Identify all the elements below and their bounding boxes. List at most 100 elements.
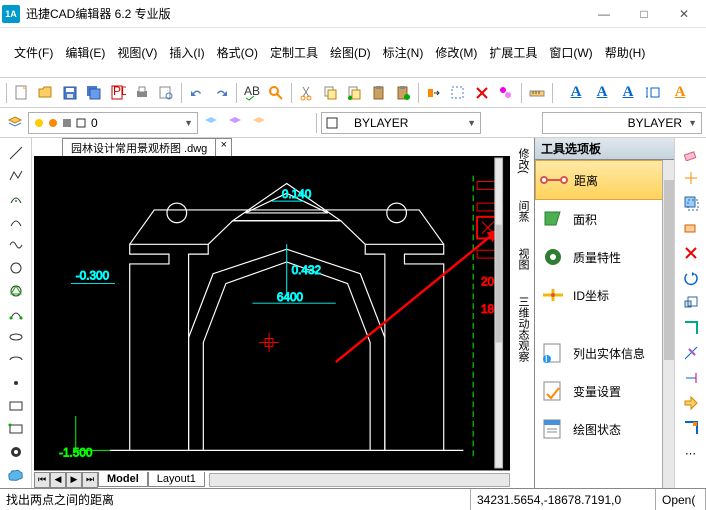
dimension-style-button[interactable] (643, 82, 665, 104)
match-properties-button[interactable] (423, 82, 445, 104)
copy-with-base-button[interactable] (344, 82, 366, 104)
arc-3pt-tool[interactable] (4, 303, 28, 325)
text-style-a3-button[interactable]: A (617, 82, 639, 104)
menu-dimension[interactable]: 标注(N) (377, 41, 430, 64)
scale-tool[interactable] (679, 292, 703, 314)
delete-tool[interactable] (679, 242, 703, 264)
pdf-export-button[interactable]: PDF (107, 82, 129, 104)
layout-tab-model[interactable]: Model (98, 472, 148, 487)
menu-insert[interactable]: 插入(I) (163, 41, 210, 64)
menu-edit[interactable]: 编辑(E) (59, 41, 111, 64)
delete-button[interactable] (471, 82, 493, 104)
rectangle-tool[interactable] (4, 395, 28, 417)
ellipse-arc-tool[interactable] (4, 349, 28, 371)
point-tool[interactable] (4, 372, 28, 394)
spline-tool[interactable] (4, 234, 28, 256)
menu-file[interactable]: 文件(F) (8, 41, 59, 64)
fillet-tool[interactable] (679, 417, 703, 439)
save-button[interactable] (59, 82, 81, 104)
extend-tool[interactable] (679, 367, 703, 389)
cut-button[interactable] (296, 82, 318, 104)
menu-format[interactable]: 格式(O) (211, 41, 264, 64)
rotate-tool[interactable] (679, 267, 703, 289)
print-button[interactable] (131, 82, 153, 104)
layer-previous-button[interactable] (248, 112, 270, 134)
donut-tool[interactable] (4, 441, 28, 463)
layout-tab-layout1[interactable]: Layout1 (148, 472, 205, 487)
clone-button[interactable] (495, 82, 517, 104)
text-style-a2-button[interactable]: A (591, 82, 613, 104)
minimize-button[interactable]: ― (584, 0, 624, 28)
copy-button[interactable] (320, 82, 342, 104)
docked-panel-view[interactable]: 视图 (513, 242, 533, 276)
layer-states-button[interactable] (200, 112, 222, 134)
erase-tool[interactable] (679, 142, 703, 164)
palette-item-area[interactable]: 面积 (535, 200, 674, 238)
maximize-button[interactable]: □ (624, 0, 664, 28)
svg-text:-0.300: -0.300 (76, 270, 110, 283)
docked-panel-modify[interactable]: 修改( (513, 142, 533, 180)
palette-item-list[interactable]: i 列出实体信息 (535, 334, 674, 372)
mirror-tool[interactable] (679, 192, 703, 214)
linetype-combo[interactable]: BYLAYER ▼ (542, 112, 702, 134)
ellipse-tool[interactable] (4, 326, 28, 348)
menu-view[interactable]: 视图(V) (111, 41, 163, 64)
select-all-button[interactable] (447, 82, 469, 104)
paste-button[interactable] (368, 82, 390, 104)
document-tab-close[interactable]: × (216, 138, 232, 156)
arc-center-tool[interactable] (4, 188, 28, 210)
drawing-canvas[interactable]: -1.500 (34, 156, 510, 470)
layout-prev-button[interactable]: ◀ (50, 472, 66, 488)
spell-check-button[interactable]: ABC (241, 82, 263, 104)
palette-item-massprop[interactable]: 质量特性 (535, 238, 674, 276)
line-tool[interactable] (4, 142, 28, 164)
offset-tool[interactable] (679, 217, 703, 239)
menu-extend-tools[interactable]: 扩展工具 (483, 41, 543, 64)
save-as-button[interactable] (83, 82, 105, 104)
move-tool[interactable] (679, 167, 703, 189)
layer-manager-button[interactable] (4, 112, 26, 134)
layout-last-button[interactable]: ⏭ (82, 472, 98, 488)
palette-scrollbar[interactable] (662, 160, 674, 488)
menu-help[interactable]: 帮助(H) (599, 41, 652, 64)
paste-special-button[interactable] (392, 82, 414, 104)
docked-panel-3dorbit[interactable]: 三维动态观察 (513, 290, 533, 368)
more-tools-button[interactable]: ⋯ (679, 442, 703, 464)
print-preview-button[interactable] (155, 82, 177, 104)
status-mode[interactable]: Open( (656, 489, 706, 510)
polyline-tool[interactable] (4, 165, 28, 187)
explode-tool[interactable] (679, 392, 703, 414)
new-file-button[interactable] (11, 82, 33, 104)
layout-next-button[interactable]: ▶ (66, 472, 82, 488)
docked-panel-span[interactable]: 间蒸 (513, 194, 533, 228)
menu-draw[interactable]: 绘图(D) (324, 41, 377, 64)
layout-first-button[interactable]: ⏮ (34, 472, 50, 488)
trim-tool[interactable] (679, 342, 703, 364)
undo-button[interactable] (186, 82, 208, 104)
palette-item-distance[interactable]: 距离 (535, 160, 674, 200)
layer-combo[interactable]: 0 ▼ (28, 112, 198, 134)
circle-inscribed-tool[interactable] (4, 280, 28, 302)
palette-item-setvar[interactable]: 变量设置 (535, 372, 674, 410)
close-button[interactable]: ✕ (664, 0, 704, 28)
text-style-a5-button[interactable]: A (669, 82, 691, 104)
palette-item-status[interactable]: 绘图状态 (535, 410, 674, 448)
ruler-toggle-button[interactable] (526, 82, 548, 104)
select-window-tool[interactable] (679, 317, 703, 339)
menu-modify[interactable]: 修改(M) (429, 41, 483, 64)
color-combo[interactable]: BYLAYER ▼ (321, 112, 481, 134)
rectangle-corner-tool[interactable] (4, 418, 28, 440)
revision-cloud-tool[interactable] (4, 464, 28, 486)
text-style-a-button[interactable]: A (565, 82, 587, 104)
circle-tool[interactable] (4, 257, 28, 279)
menu-custom-tools[interactable]: 定制工具 (264, 41, 324, 64)
horizontal-scrollbar[interactable] (209, 473, 510, 487)
arc-tool[interactable] (4, 211, 28, 233)
layer-freeze-button[interactable] (224, 112, 246, 134)
find-button[interactable] (265, 82, 287, 104)
document-tab[interactable]: 园林设计常用景观桥图 .dwg (62, 138, 216, 156)
menu-window[interactable]: 窗口(W) (543, 41, 598, 64)
open-file-button[interactable] (35, 82, 57, 104)
palette-item-id[interactable]: ID坐标 (535, 276, 674, 314)
redo-button[interactable] (210, 82, 232, 104)
